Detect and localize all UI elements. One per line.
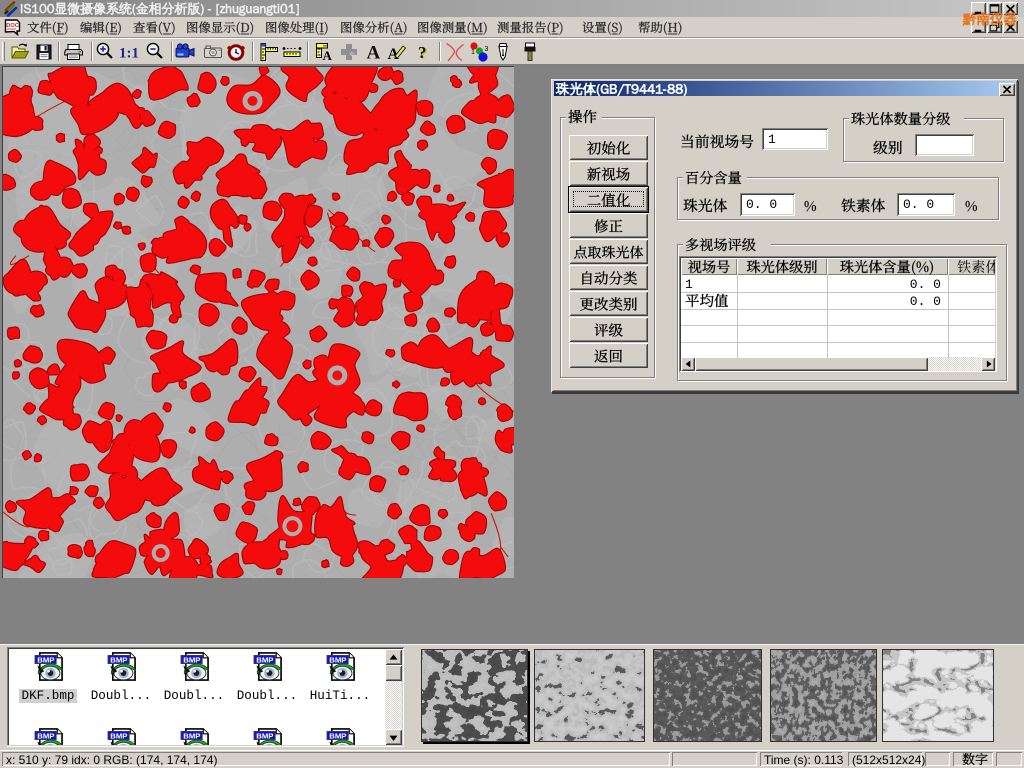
svg-text:?: ? — [418, 43, 427, 62]
svg-text:3: 3 — [485, 46, 489, 53]
svg-text:1:1: 1:1 — [119, 46, 139, 62]
svg-text:A: A — [367, 43, 381, 64]
svg-text:DOC: DOC — [6, 23, 18, 29]
svg-text:1: 1 — [471, 49, 475, 56]
svg-text:A: A — [323, 48, 333, 63]
